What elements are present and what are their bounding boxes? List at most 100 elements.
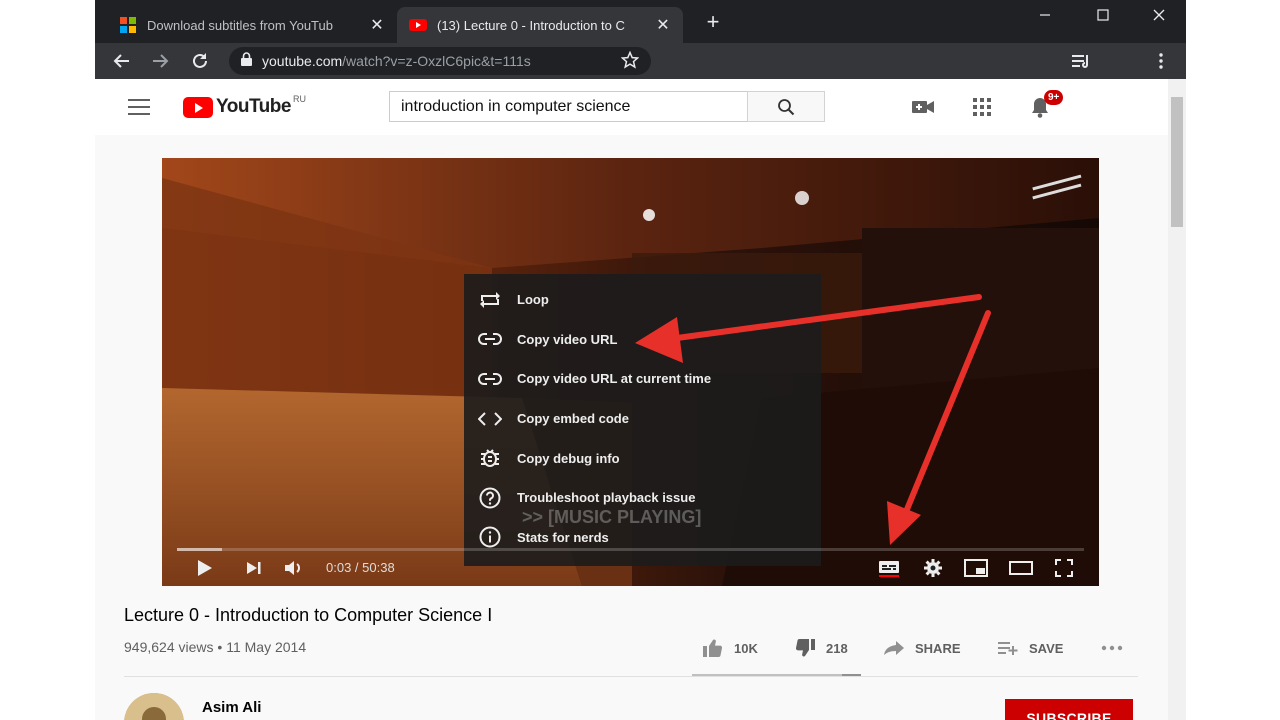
theater-mode-icon[interactable] [1007, 556, 1035, 580]
menu-item-copy-debug-info[interactable]: Copy debug info [464, 438, 821, 478]
youtube-play-logo-icon [183, 96, 213, 118]
time-total: 50:38 [362, 560, 395, 575]
subtitles-icon[interactable] [877, 556, 901, 580]
screen-margin-left [0, 0, 95, 720]
help-icon [478, 486, 502, 510]
search-icon [778, 98, 795, 115]
search-button[interactable] [747, 91, 825, 122]
notification-count-badge: 9+ [1044, 90, 1064, 105]
youtube-wordmark: YouTube [216, 96, 291, 117]
youtube-logo[interactable]: YouTube RU [183, 94, 306, 118]
tab-strip: Download subtitles from YouTub ✕ (13) Le… [95, 0, 1186, 43]
create-video-icon[interactable] [911, 95, 935, 119]
settings-gear-icon[interactable] [921, 556, 945, 580]
menu-item-label: Copy debug info [517, 450, 620, 466]
microsoft-grid-icon [119, 16, 137, 34]
save-button[interactable]: SAVE [997, 637, 1063, 659]
code-icon [478, 407, 502, 431]
dislike-button[interactable]: 218 [794, 637, 848, 659]
time-current: 0:03 [326, 560, 352, 575]
like-count: 10K [734, 640, 758, 656]
menu-item-label: Stats for nerds [517, 529, 609, 545]
tab-download-subtitles[interactable]: Download subtitles from YouTub ✕ [107, 7, 397, 43]
dislike-count: 218 [826, 640, 848, 656]
playlist-add-icon [997, 640, 1019, 656]
link-icon [478, 327, 502, 351]
menu-item-copy-video-url[interactable]: Copy video URL [464, 320, 821, 360]
view-count: 949,624 views [124, 639, 214, 655]
url-text: youtube.com/watch?v=z-OxzlC6pic&t=111s [262, 53, 531, 69]
maximize-icon[interactable] [1075, 0, 1131, 30]
menu-item-label: Loop [517, 292, 549, 308]
region-code: RU [292, 94, 306, 104]
menu-item-loop[interactable]: Loop [464, 280, 821, 320]
closed-caption-text: >> [MUSIC PLAYING] [522, 507, 702, 527]
meta-separator: • [213, 639, 227, 655]
subscribe-button[interactable]: SUBSCRIBE [1005, 699, 1133, 720]
tab-lecture-0[interactable]: (13) Lecture 0 - Introduction to C ✕ [397, 7, 683, 43]
video-title: Lecture 0 - Introduction to Computer Sci… [124, 605, 493, 625]
menu-item-label: Troubleshoot playback issue [517, 490, 696, 506]
minimize-icon[interactable] [1017, 0, 1073, 30]
reload-icon[interactable] [188, 49, 212, 73]
screen-margin-right [1186, 0, 1280, 720]
forward-arrow-icon[interactable] [148, 49, 172, 73]
new-tab-icon[interactable]: + [701, 10, 725, 34]
youtube-icon [409, 16, 427, 34]
tab-title: Download subtitles from YouTub [147, 17, 333, 33]
youtube-header: YouTube RU introduction in computer scie… [95, 79, 1168, 135]
window-close-icon[interactable] [1131, 0, 1186, 30]
back-arrow-icon[interactable] [110, 49, 134, 73]
menu-icon[interactable] [128, 99, 150, 115]
next-video-icon[interactable] [243, 556, 265, 580]
page-scrollbar[interactable] [1168, 79, 1186, 720]
channel-name[interactable]: Asim Ali [202, 699, 261, 716]
share-label: SHARE [915, 640, 961, 656]
media-queue-icon[interactable] [1069, 49, 1093, 73]
miniplayer-icon[interactable] [964, 556, 988, 580]
close-tab-icon[interactable]: ✕ [655, 15, 671, 35]
apps-grid-icon[interactable] [970, 95, 994, 119]
browser-window: Download subtitles from YouTub ✕ (13) Le… [95, 0, 1186, 720]
time-separator: / [351, 560, 363, 575]
scrollbar-thumb[interactable] [1171, 97, 1183, 227]
tab-title: (13) Lecture 0 - Introduction to C [437, 17, 625, 33]
progress-bar[interactable] [177, 548, 1084, 551]
more-actions-icon[interactable] [1101, 637, 1123, 659]
page-viewport: YouTube RU introduction in computer scie… [95, 79, 1186, 720]
share-button[interactable]: SHARE [883, 637, 961, 659]
loop-icon [478, 288, 502, 312]
channel-avatar[interactable] [124, 693, 184, 720]
save-label: SAVE [1029, 640, 1064, 656]
close-tab-icon[interactable]: ✕ [369, 15, 385, 35]
lock-icon [241, 51, 252, 71]
time-display: 0:03 / 50:38 [326, 560, 395, 575]
upload-date: 11 May 2014 [226, 639, 307, 655]
bug-icon [478, 446, 502, 470]
url-domain: youtube.com [262, 53, 343, 69]
bookmark-star-icon[interactable] [620, 50, 640, 74]
browser-toolbar: youtube.com/watch?v=z-OxzlC6pic&t=111s [95, 43, 1186, 79]
fullscreen-icon[interactable] [1052, 556, 1076, 580]
thumbs-up-icon [702, 638, 724, 658]
video-player[interactable]: Loop Copy video URL Copy video URL at cu… [162, 158, 1099, 586]
more-vert-icon[interactable] [1149, 49, 1173, 73]
link-icon [478, 367, 502, 391]
share-arrow-icon [883, 640, 905, 656]
menu-item-label: Copy video URL [517, 331, 618, 347]
progress-played [177, 548, 223, 551]
video-meta: 949,624 views • 11 May 2014 [124, 639, 306, 655]
menu-item-label: Copy embed code [517, 411, 629, 427]
like-button[interactable]: 10K [702, 637, 758, 659]
section-divider [124, 676, 1138, 677]
menu-item-copy-embed-code[interactable]: Copy embed code [464, 399, 821, 439]
info-icon [478, 525, 502, 549]
address-bar[interactable]: youtube.com/watch?v=z-OxzlC6pic&t=111s [229, 47, 651, 75]
menu-item-label: Copy video URL at current time [517, 371, 712, 387]
search-input[interactable]: introduction in computer science [389, 91, 747, 122]
volume-icon[interactable] [283, 556, 305, 580]
play-icon[interactable] [194, 556, 216, 580]
thumbs-down-icon [794, 638, 816, 658]
url-path: /watch?v=z-OxzlC6pic&t=111s [342, 53, 531, 69]
menu-item-copy-video-url-at-time[interactable]: Copy video URL at current time [464, 359, 821, 399]
